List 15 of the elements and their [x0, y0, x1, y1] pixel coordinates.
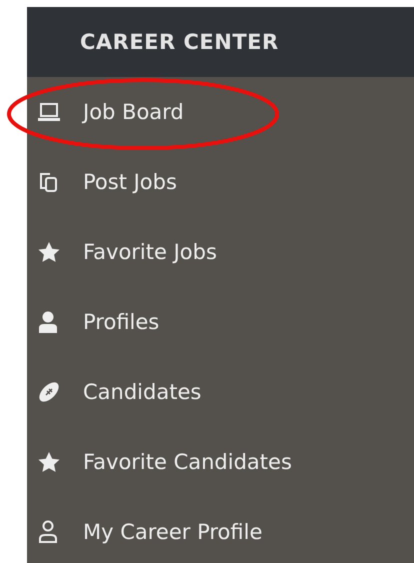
star-icon	[38, 242, 60, 262]
user-icon	[38, 311, 58, 333]
menu-item[interactable]: Candidates	[83, 380, 202, 404]
football-icon	[38, 381, 60, 403]
star-icon	[38, 452, 60, 472]
user-icon	[38, 520, 58, 544]
menu-item[interactable]: Job Board	[83, 100, 184, 124]
menu-item[interactable]: Favorite Jobs	[83, 240, 217, 264]
laptop-icon	[38, 102, 60, 122]
copy-icon	[38, 171, 58, 193]
menu-item[interactable]: Profiles	[83, 310, 160, 334]
menu-item[interactable]: Post Jobs	[83, 170, 177, 194]
menu-item[interactable]: Favorite Candidates	[83, 450, 292, 474]
menu-item[interactable]: My Career Profile	[83, 520, 262, 544]
sidebar-title: CAREER CENTER	[80, 30, 279, 54]
